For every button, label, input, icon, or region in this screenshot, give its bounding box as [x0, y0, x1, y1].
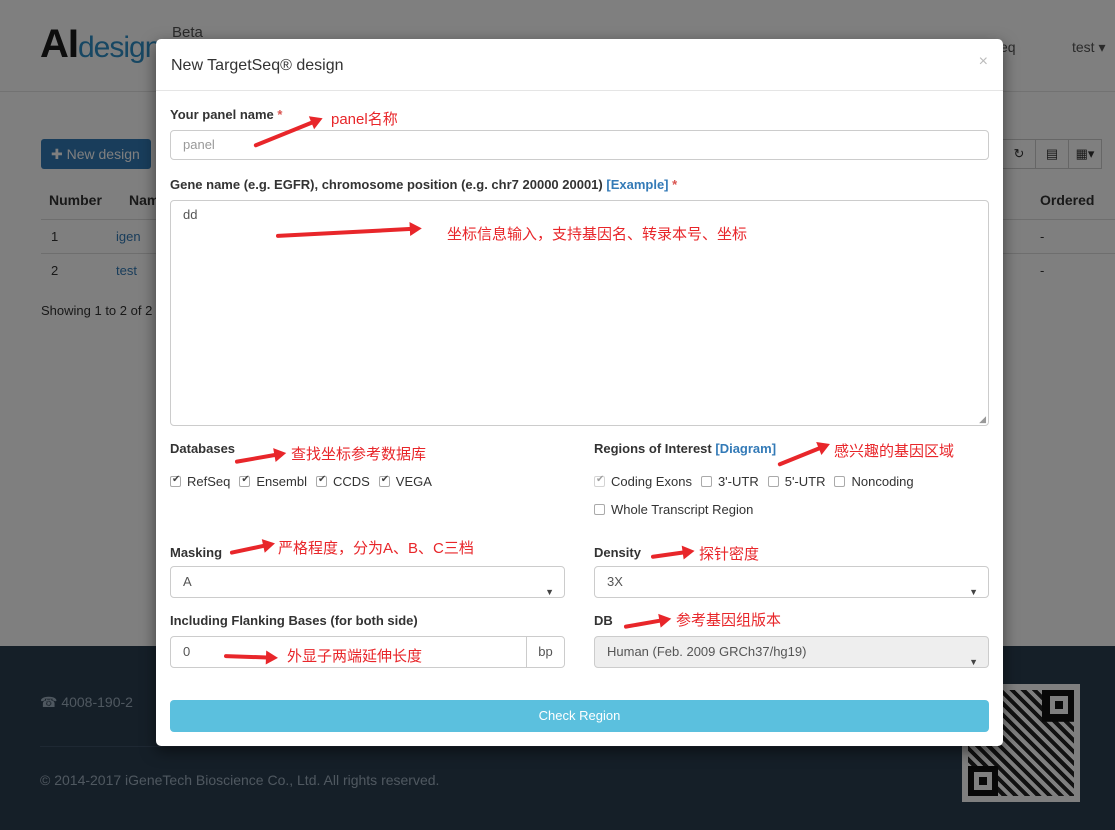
panel-name-label: Your panel name *: [170, 107, 283, 122]
density-label: Density: [594, 545, 641, 560]
annotation-panel: panel名称: [331, 111, 398, 128]
diagram-link[interactable]: [Diagram]: [715, 441, 776, 456]
annotation-masking: 严格程度，分为A、B、C三档: [278, 540, 474, 557]
modal-header: New TargetSeq® design ×: [156, 39, 1003, 91]
chevron-down-icon: ▼: [545, 587, 554, 597]
checkbox-icon: [315, 474, 327, 487]
checkbox-icon: [834, 476, 846, 487]
chevron-down-icon: ▼: [969, 587, 978, 597]
new-design-modal: New TargetSeq® design × Your panel name …: [156, 39, 1003, 746]
panel-name-input[interactable]: panel: [170, 130, 989, 160]
checkbox-5utr[interactable]: 5'-UTR: [767, 474, 825, 489]
required-marker: *: [277, 107, 283, 122]
checkbox-icon: [378, 474, 390, 487]
databases-checkboxes: RefSeq Ensembl CCDS VEGA: [170, 474, 441, 489]
example-link[interactable]: [Example]: [606, 177, 668, 192]
databases-label: Databases: [170, 441, 236, 456]
whole-transcript-checkbox[interactable]: Whole Transcript Region: [594, 502, 762, 517]
checkbox-noncoding[interactable]: Noncoding: [834, 474, 914, 489]
close-icon[interactable]: ×: [979, 53, 988, 71]
checkbox-ensembl[interactable]: Ensembl: [239, 474, 307, 489]
db-label: DB: [594, 613, 613, 628]
flanking-label: Including Flanking Bases (for both side): [170, 613, 418, 628]
annotation-databases: 查找坐标参考数据库: [291, 446, 427, 463]
checkbox-icon: [767, 476, 779, 487]
checkbox-icon: [594, 504, 605, 515]
checkbox-vega[interactable]: VEGA: [378, 474, 432, 489]
regions-checkboxes: Coding Exons 3'-UTR 5'-UTR Noncoding: [594, 474, 923, 489]
checkbox-3utr[interactable]: 3'-UTR: [700, 474, 759, 489]
resize-handle-icon[interactable]: ◢: [979, 414, 986, 425]
check-region-button[interactable]: Check Region: [170, 700, 989, 732]
annotation-gene: 坐标信息输入，支持基因名、转录本号、坐标: [447, 226, 748, 243]
checkbox-coding-exons: Coding Exons: [594, 474, 692, 489]
checkbox-icon: [239, 474, 251, 487]
annotation-flanking: 外显子两端延伸长度: [287, 648, 423, 665]
density-select[interactable]: 3X ▼: [594, 566, 989, 598]
annotation-db: 参考基因组版本: [676, 612, 782, 629]
checkbox-icon: [594, 474, 605, 487]
bp-addon: bp: [526, 637, 564, 667]
db-select: Human (Feb. 2009 GRCh37/hg19) ▼: [594, 636, 989, 668]
checkbox-icon: [700, 476, 712, 487]
annotation-density: 探针密度: [699, 546, 760, 563]
masking-select[interactable]: A ▼: [170, 566, 565, 598]
checkbox-ccds[interactable]: CCDS: [315, 474, 370, 489]
gene-label: Gene name (e.g. EGFR), chromosome positi…: [170, 177, 678, 192]
modal-title: New TargetSeq® design: [171, 57, 344, 74]
regions-label: Regions of Interest [Diagram]: [594, 441, 777, 456]
checkbox-icon: [170, 474, 181, 487]
annotation-regions: 感兴趣的基因区域: [834, 443, 955, 460]
checkbox-refseq[interactable]: RefSeq: [170, 474, 230, 489]
masking-label: Masking: [170, 545, 223, 560]
chevron-down-icon: ▼: [969, 657, 978, 667]
